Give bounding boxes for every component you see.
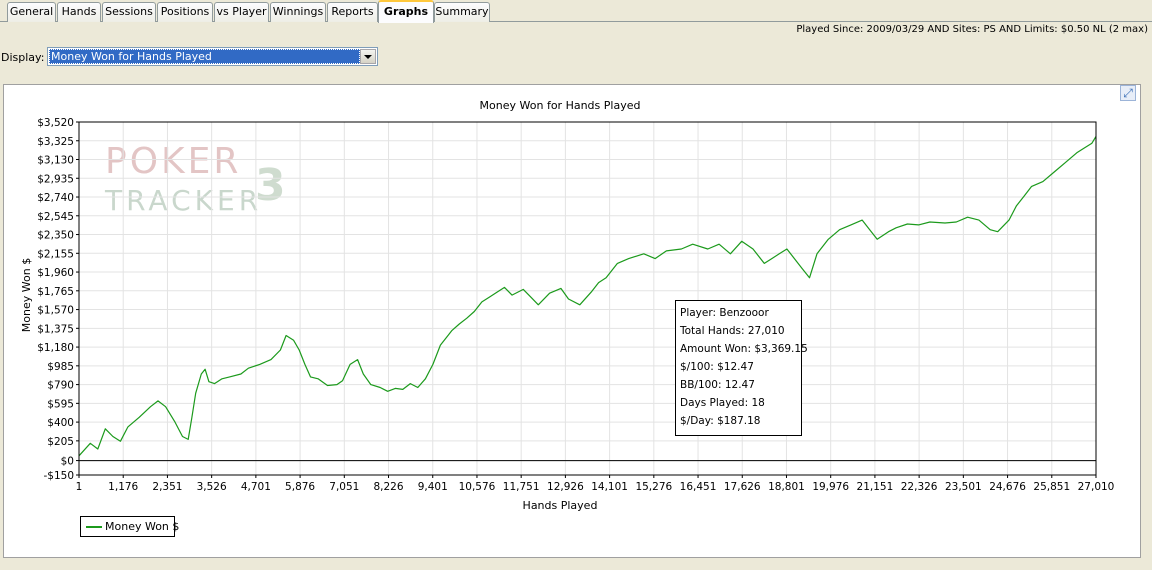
- y-tick-label: $1,765: [37, 286, 74, 298]
- watermark-line-1: POKER: [105, 141, 241, 182]
- legend-swatch: [86, 526, 102, 528]
- tooltip-per-day: $/Day: $187.18: [680, 415, 761, 427]
- y-tick-label: $3,520: [37, 117, 74, 129]
- watermark-number: 3: [255, 160, 286, 211]
- tooltip-player: Player: Benzooor: [680, 307, 769, 319]
- y-tick-label: $2,545: [37, 211, 74, 223]
- y-tick-label: $2,155: [37, 248, 74, 260]
- x-tick-label: 1: [76, 481, 83, 493]
- x-tick-label: 15,276: [635, 481, 672, 493]
- tooltip-total-hands: Total Hands: 27,010: [680, 325, 785, 337]
- money-won-chart: POKER TRACKER 3 Money Won for Hands Play…: [20, 99, 1115, 512]
- y-tick-label: $595: [47, 398, 74, 410]
- legend-label: Money Won $: [105, 520, 180, 533]
- x-tick-label: 25,851: [1033, 481, 1070, 493]
- x-axis-label: Hands Played: [523, 499, 598, 512]
- y-tick-label: -$150: [43, 470, 74, 482]
- x-tick-label: 9,401: [418, 481, 448, 493]
- tooltip-days-played: Days Played: 18: [680, 397, 765, 409]
- y-tick-label: $790: [47, 380, 74, 392]
- x-tick-label: 19,976: [812, 481, 849, 493]
- x-tick-label: 5,876: [285, 481, 315, 493]
- x-tick-label: 10,576: [459, 481, 496, 493]
- y-axis-label: Money Won $: [20, 258, 33, 332]
- player-stats-tooltip: Player: Benzooor Total Hands: 27,010 Amo…: [675, 300, 808, 436]
- x-tick-label: 27,010: [1078, 481, 1115, 493]
- y-tick-label: $1,570: [37, 305, 74, 317]
- x-tick-label: 11,751: [503, 481, 540, 493]
- x-tick-label: 21,151: [857, 481, 894, 493]
- x-tick-label: 23,501: [945, 481, 982, 493]
- x-tick-label: 22,326: [901, 481, 938, 493]
- x-tick-label: 8,226: [373, 481, 403, 493]
- y-tick-label: $1,960: [37, 267, 74, 279]
- y-tick-label: $1,375: [37, 323, 74, 335]
- x-tick-label: 12,926: [547, 481, 584, 493]
- x-tick-label: 14,101: [591, 481, 628, 493]
- y-tick-label: $2,740: [37, 192, 74, 204]
- x-tick-label: 17,626: [724, 481, 761, 493]
- x-tick-label: 24,676: [989, 481, 1026, 493]
- tooltip-bb-100: BB/100: 12.47: [680, 379, 755, 391]
- y-axis-ticks: $3,520 $3,325 $3,130 $2,935 $2,740 $2,545 $2,3…: [37, 117, 79, 482]
- y-tick-label: $400: [47, 417, 74, 429]
- y-tick-label: $3,325: [37, 136, 74, 148]
- x-tick-label: 3,526: [197, 481, 227, 493]
- x-tick-label: 16,451: [680, 481, 717, 493]
- chart-legend: Money Won $: [80, 516, 179, 537]
- chart-title: Money Won for Hands Played: [480, 99, 641, 112]
- x-tick-label: 4,701: [241, 481, 271, 493]
- y-tick-label: $0: [61, 456, 74, 468]
- x-tick-label: 18,801: [768, 481, 805, 493]
- y-tick-label: $3,130: [37, 155, 74, 167]
- y-tick-label: $1,180: [37, 342, 74, 354]
- tooltip-amount-won: Amount Won: $3,369.15: [680, 343, 808, 355]
- x-tick-label: 1,176: [108, 481, 138, 493]
- y-tick-label: $205: [47, 436, 74, 448]
- tab-graphs[interactable]: Graphs: [378, 0, 434, 23]
- y-tick-label: $2,350: [37, 230, 74, 242]
- y-tick-label: $985: [47, 361, 74, 373]
- x-tick-label: 7,051: [329, 481, 359, 493]
- tooltip-per-100: $/100: $12.47: [680, 361, 754, 373]
- x-tick-label: 2,351: [152, 481, 182, 493]
- watermark-logo: POKER TRACKER 3: [104, 141, 286, 217]
- watermark-line-2: TRACKER: [104, 184, 262, 217]
- y-tick-label: $2,935: [37, 173, 74, 185]
- x-axis-ticks: 1 1,176 2,351 3,526 4,701 5,876 7,051 8,226 9,40…: [76, 475, 1115, 493]
